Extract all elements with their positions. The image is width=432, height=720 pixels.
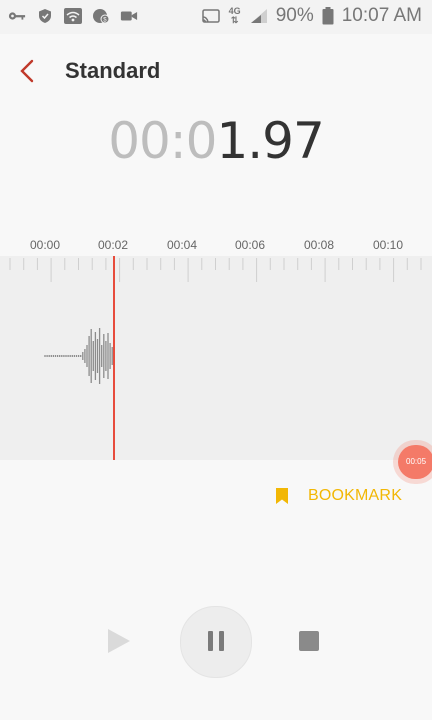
chevron-left-icon [20, 59, 34, 83]
status-bar: $ 4G ⇅ 90% 10:07 AM [0, 0, 432, 34]
timeline-label: 00:10 [372, 238, 404, 252]
clock: 10:07 AM [341, 5, 422, 26]
timeline-labels: 00:00 00:02 00:04 00:06 00:08 00:10 [0, 238, 432, 256]
battery-percent: 90% [275, 5, 314, 26]
stop-icon [299, 631, 319, 651]
play-icon [108, 629, 130, 653]
battery-icon [322, 7, 334, 25]
playhead[interactable] [113, 256, 115, 460]
timeline-label: 00:06 [234, 238, 266, 252]
status-icons-right: 4G ⇅ 90% 10:07 AM [201, 5, 422, 27]
timeline-label: 00:04 [166, 238, 198, 252]
bookmark-marker[interactable]: 00:05 [398, 445, 432, 479]
pause-button[interactable] [180, 606, 252, 678]
status-icons-left: $ [8, 8, 138, 24]
bookmark-icon [276, 488, 288, 504]
back-button[interactable] [14, 56, 42, 86]
shield-icon [39, 9, 51, 23]
key-icon [8, 12, 26, 20]
timeline-label: 00:02 [97, 238, 129, 252]
data-saver-icon: $ [93, 9, 110, 24]
cast-icon [201, 9, 220, 23]
network-4g-icon: 4G ⇅ [228, 7, 242, 25]
page-title: Standard [65, 58, 161, 83]
network-arrows: ⇅ [230, 15, 239, 25]
signal-icon [250, 9, 267, 23]
bookmark-label: BOOKMARK [308, 487, 403, 504]
recording-timer: 00:01.97 [0, 112, 432, 170]
timer-dim: 00:0 [108, 112, 217, 170]
timeline-label: 00:00 [29, 238, 61, 252]
bookmark-button[interactable]: BOOKMARK [274, 483, 402, 509]
play-button[interactable] [104, 626, 132, 656]
video-icon [120, 11, 138, 21]
stop-button[interactable] [299, 631, 319, 651]
bookmark-marker-time: 00:05 [406, 457, 427, 466]
wifi-icon [64, 8, 82, 24]
timeline-label: 00:08 [303, 238, 335, 252]
timer-bright: 1.97 [216, 112, 324, 170]
waveform-area[interactable] [0, 256, 432, 460]
header: Standard [0, 34, 432, 108]
waveform [44, 328, 115, 384]
